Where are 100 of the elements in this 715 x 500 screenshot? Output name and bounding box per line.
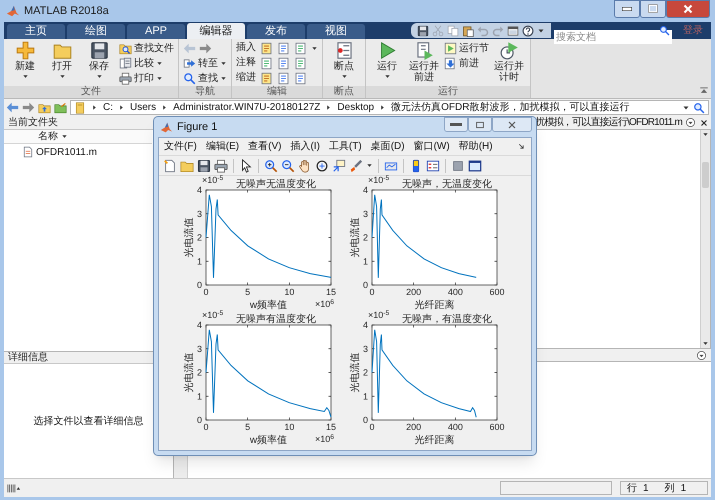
document-icon[interactable] [294,56,307,70]
ribbon-button[interactable]: 保存 [82,41,116,80]
help-icon[interactable] [522,24,534,36]
path-field[interactable]: C: Users Administrator.WIN7U-20180127Z Desktop 微元法仿真OFDR散射波形，加扰模拟，可以直接运行 [70,100,709,115]
search-field[interactable]: 搜索文档 [554,30,672,44]
back-arrow-icon[interactable] [6,101,19,114]
forward-arrow-icon[interactable] [22,101,35,114]
new-file-icon[interactable] [163,158,177,172]
search-icon[interactable] [693,102,705,114]
square-icon[interactable] [451,158,465,172]
caret-icon[interactable] [311,44,318,52]
document-icon[interactable] [277,42,290,54]
menu-item[interactable]: 查看(V) [248,139,282,154]
ribbon-button[interactable]: 插入 [236,42,256,54]
close-button[interactable] [666,0,710,18]
tab[interactable]: 主页 [7,24,65,39]
dropdown-icon[interactable] [685,117,696,128]
minimize-button[interactable] [444,117,468,132]
axis-multiplier: ×10$^{-5}$ [202,309,224,322]
folder-icon[interactable] [54,101,67,114]
printer-icon [119,72,132,84]
document-icon[interactable] [260,72,273,84]
document-icon[interactable] [294,42,307,54]
menu-item[interactable]: 工具(T) [328,139,362,154]
ribbon-button[interactable]: 查找文件 [119,41,174,55]
document-icon[interactable] [277,56,290,70]
menu-item[interactable]: 桌面(D) [370,139,405,154]
caret-icon [702,340,709,347]
menu-item[interactable]: 编辑(E) [206,139,240,154]
path-segment[interactable]: Administrator.WIN7U-20180127Z [173,100,320,115]
close-button[interactable] [492,117,532,132]
path-segment[interactable]: 微元法仿真OFDR散射波形，加扰模拟，可以直接运行 [391,100,630,115]
scrollbar-thumb[interactable] [702,162,709,188]
tab[interactable]: 编辑器 [187,23,245,39]
maximize-button[interactable] [640,0,666,18]
menu-item[interactable]: 文件(F) [164,139,197,154]
ribbon-button[interactable]: 运行节 [444,41,489,55]
clipboard-icon[interactable] [462,24,474,36]
maximize-button[interactable] [468,117,492,132]
windows-icon[interactable] [507,24,519,36]
save-icon[interactable] [417,24,429,36]
chevron-icon [118,104,125,111]
zoom-out-icon[interactable] [281,158,295,172]
document-icon[interactable] [294,72,307,84]
save-icon[interactable] [197,158,211,172]
minimize-button[interactable] [614,0,640,18]
collapse-icon[interactable] [699,86,709,96]
menu-item[interactable]: 窗口(W) [414,139,450,154]
play-icon [444,42,457,54]
scrollbar[interactable] [700,130,710,348]
minimize-icon [450,122,462,126]
ribbon-button[interactable]: 运行并前进 [407,41,441,83]
document-icon[interactable] [260,56,273,70]
close-icon[interactable] [699,118,709,128]
caret-icon[interactable] [366,162,373,169]
ribbon-button[interactable]: 缩进 [236,72,256,84]
ribbon-button[interactable]: 打开 [45,41,79,80]
menu-item[interactable]: 帮助(H) [458,139,493,154]
ribbon-button[interactable]: 转至 [183,56,227,70]
chart-title: 无噪声，无温度变化 [402,179,492,190]
tab[interactable]: 视图 [307,24,365,39]
ribbon-button[interactable]: 比较 [119,56,174,70]
tick-label: 1 [196,391,202,402]
ribbon-button[interactable]: 前进 [444,56,489,70]
close-icon [681,2,695,16]
tab[interactable]: 绘图 [67,24,125,39]
ribbon-button[interactable]: 打印 [119,71,174,85]
printer-icon[interactable] [214,158,228,172]
path-segment[interactable]: C: [103,100,113,115]
path-segment[interactable]: Desktop [337,100,374,115]
zoom-in-icon[interactable] [264,158,278,172]
path-segment[interactable]: Users [130,100,156,115]
chevron-icon [91,104,98,111]
hand-icon[interactable] [298,158,312,172]
tab[interactable]: 发布 [247,24,305,39]
window-icon[interactable] [468,158,482,172]
menu-item[interactable]: 插入(I) [290,139,320,154]
ribbon-button[interactable]: 查找 [183,71,227,85]
column-header[interactable]: 名称 [4,130,152,144]
matlab-logo-icon [160,120,173,134]
document-icon[interactable] [260,42,273,54]
ribbon-button[interactable]: 运行并计时 [492,41,526,83]
dock-arrow-icon[interactable] [517,142,526,151]
data-cursor-icon[interactable] [332,158,346,172]
search-icon[interactable] [659,25,670,36]
dropdown-icon[interactable] [696,350,707,360]
caret-icon[interactable] [537,26,545,34]
tab[interactable]: APP [127,24,185,39]
caret-icon[interactable] [682,104,690,112]
ribbon-button[interactable]: 注释 [236,57,256,69]
pointer-icon[interactable] [239,158,253,172]
brush-icon[interactable] [349,158,363,172]
ribbon-button[interactable]: 断点 [327,41,361,80]
tick-label: 5 [245,287,250,297]
document-icon[interactable] [277,72,290,84]
ribbon-button[interactable]: 新建 [8,41,42,80]
legend-icon[interactable] [426,158,440,172]
file-name[interactable]: OFDR1011.m [36,144,97,160]
status-label: 列 [664,482,675,496]
ribbon-button[interactable]: 运行 [370,41,404,80]
